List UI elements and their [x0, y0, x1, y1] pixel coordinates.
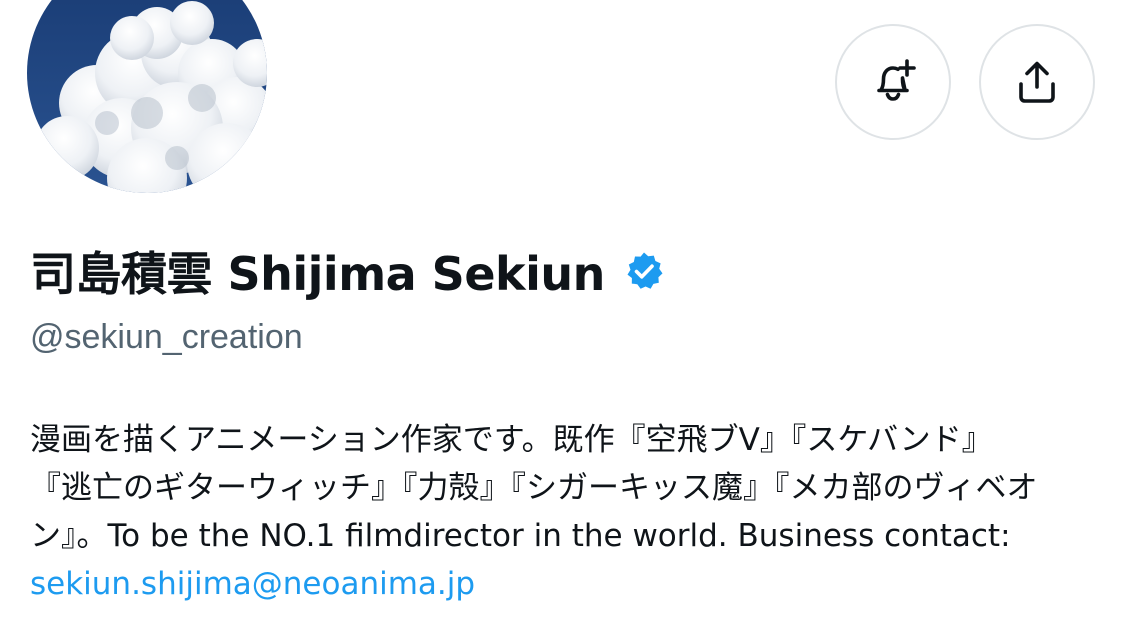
share-upload-icon — [1019, 61, 1055, 103]
avatar-cloud-image — [27, 0, 267, 193]
share-button[interactable] — [979, 24, 1095, 140]
username-handle: @sekiun_creation — [30, 318, 303, 356]
bio-line: ン』。To be the NO.1 filmdirector in the wo… — [30, 518, 1011, 554]
display-name-text: 司島積雲 Shijima Sekiun — [30, 247, 605, 301]
bio-email-line: sekiun.shijima@neoanima.jp — [30, 560, 1110, 608]
notifications-button[interactable] — [835, 24, 951, 140]
bell-plus-icon — [877, 59, 916, 101]
bio-line: 漫画を描くアニメーション作家です。既作『空飛ブV』『スケバンド』 — [30, 422, 993, 458]
verified-badge-icon[interactable] — [623, 250, 665, 292]
profile-bio: 漫画を描くアニメーション作家です。既作『空飛ブV』『スケバンド』 『逃亡のギター… — [30, 416, 1110, 608]
display-name: 司島積雲 Shijima Sekiun — [30, 236, 665, 306]
profile-avatar[interactable] — [24, 0, 270, 196]
bio-line: 『逃亡のギターウィッチ』『力殻』『シガーキッス魔』『メカ部のヴィベオ — [30, 470, 1038, 506]
bio-email-link[interactable]: sekiun.shijima@neoanima.jp — [30, 566, 475, 602]
